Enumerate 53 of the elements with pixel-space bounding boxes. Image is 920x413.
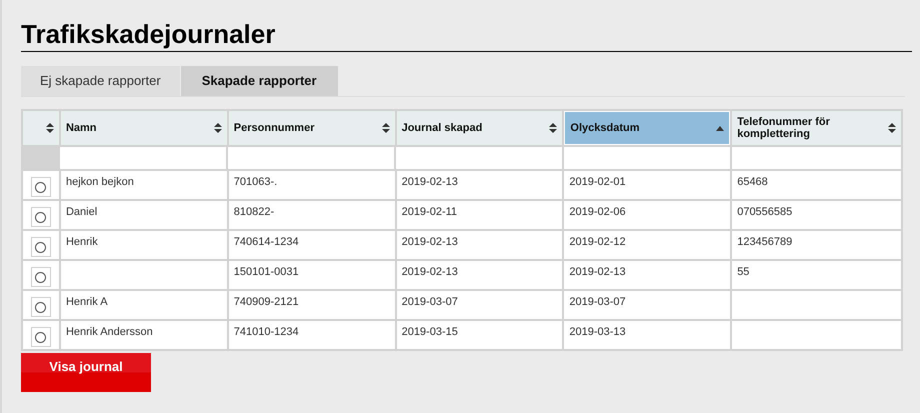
table-cell: 2019-02-01 [564, 171, 730, 199]
page-title: Trafikskadejournaler [21, 18, 276, 50]
header-label: Olycksdatum [570, 122, 640, 134]
column-header[interactable]: Olycksdatum [564, 111, 730, 145]
filter-field[interactable] [60, 147, 226, 169]
header-label: Personnummer [234, 122, 314, 134]
header-label: Telefonummer för komplettering [737, 116, 831, 140]
filter-field[interactable] [732, 147, 901, 169]
table-cell: Henrik A [60, 291, 227, 319]
table-cell: 2019-03-07 [396, 291, 562, 319]
table-cell: 2019-02-13 [396, 261, 562, 289]
radio-button[interactable] [35, 182, 46, 192]
table-cell: 2019-03-07 [564, 291, 730, 319]
column-header[interactable]: Journal skapad [396, 111, 562, 145]
table-cell: 150101-0031 [228, 261, 395, 289]
table-cell: 2019-02-06 [564, 201, 730, 229]
table-cell: 2019-03-13 [564, 321, 730, 349]
table-cell: 2019-03-15 [396, 321, 562, 349]
column-header[interactable]: Personnummer [228, 111, 395, 145]
table-cell: 740909-2121 [228, 291, 395, 319]
radio-button[interactable] [35, 242, 46, 252]
filter-field[interactable] [396, 147, 562, 169]
radio-button[interactable] [35, 212, 46, 222]
table-cell: 070556585 [732, 201, 902, 229]
radio-button[interactable] [35, 272, 46, 282]
tab[interactable]: Ej skapade rapporter [21, 66, 180, 96]
table-cell: 2019-02-13 [564, 261, 730, 289]
table-cell: hejkon bejkon [60, 171, 227, 199]
table-cell: Henrik Andersson [60, 321, 227, 349]
filter-field[interactable] [564, 147, 730, 169]
radio-button[interactable] [35, 302, 46, 312]
table-cell: 810822- [228, 201, 395, 229]
tab[interactable]: Skapade rapporter [180, 66, 338, 96]
table-cell: 2019-02-12 [564, 231, 730, 259]
column-header[interactable]: Telefonummer för komplettering [732, 111, 902, 145]
table-cell: 740614-1234 [228, 231, 395, 259]
filter-field[interactable] [228, 147, 394, 169]
show-journal-button[interactable]: Visa journal [21, 353, 151, 392]
table-cell: 701063-. [228, 171, 395, 199]
table-cell: 2019-02-11 [396, 201, 562, 229]
table-cell: 65468 [732, 171, 902, 199]
header-label: Namn [66, 122, 97, 134]
column-header[interactable]: Namn [60, 111, 227, 145]
header-label: Journal skapad [402, 122, 482, 134]
table-cell: 123456789 [732, 231, 902, 259]
column-header[interactable] [23, 111, 59, 145]
table-cell: 55 [732, 261, 901, 289]
table-cell: 2019-02-13 [396, 231, 562, 259]
table-cell: Daniel [60, 201, 227, 229]
table-cell: 741010-1234 [228, 321, 395, 349]
table-cell: Henrik [60, 231, 227, 259]
radio-button[interactable] [35, 332, 46, 342]
table-cell: 2019-02-13 [396, 171, 562, 199]
